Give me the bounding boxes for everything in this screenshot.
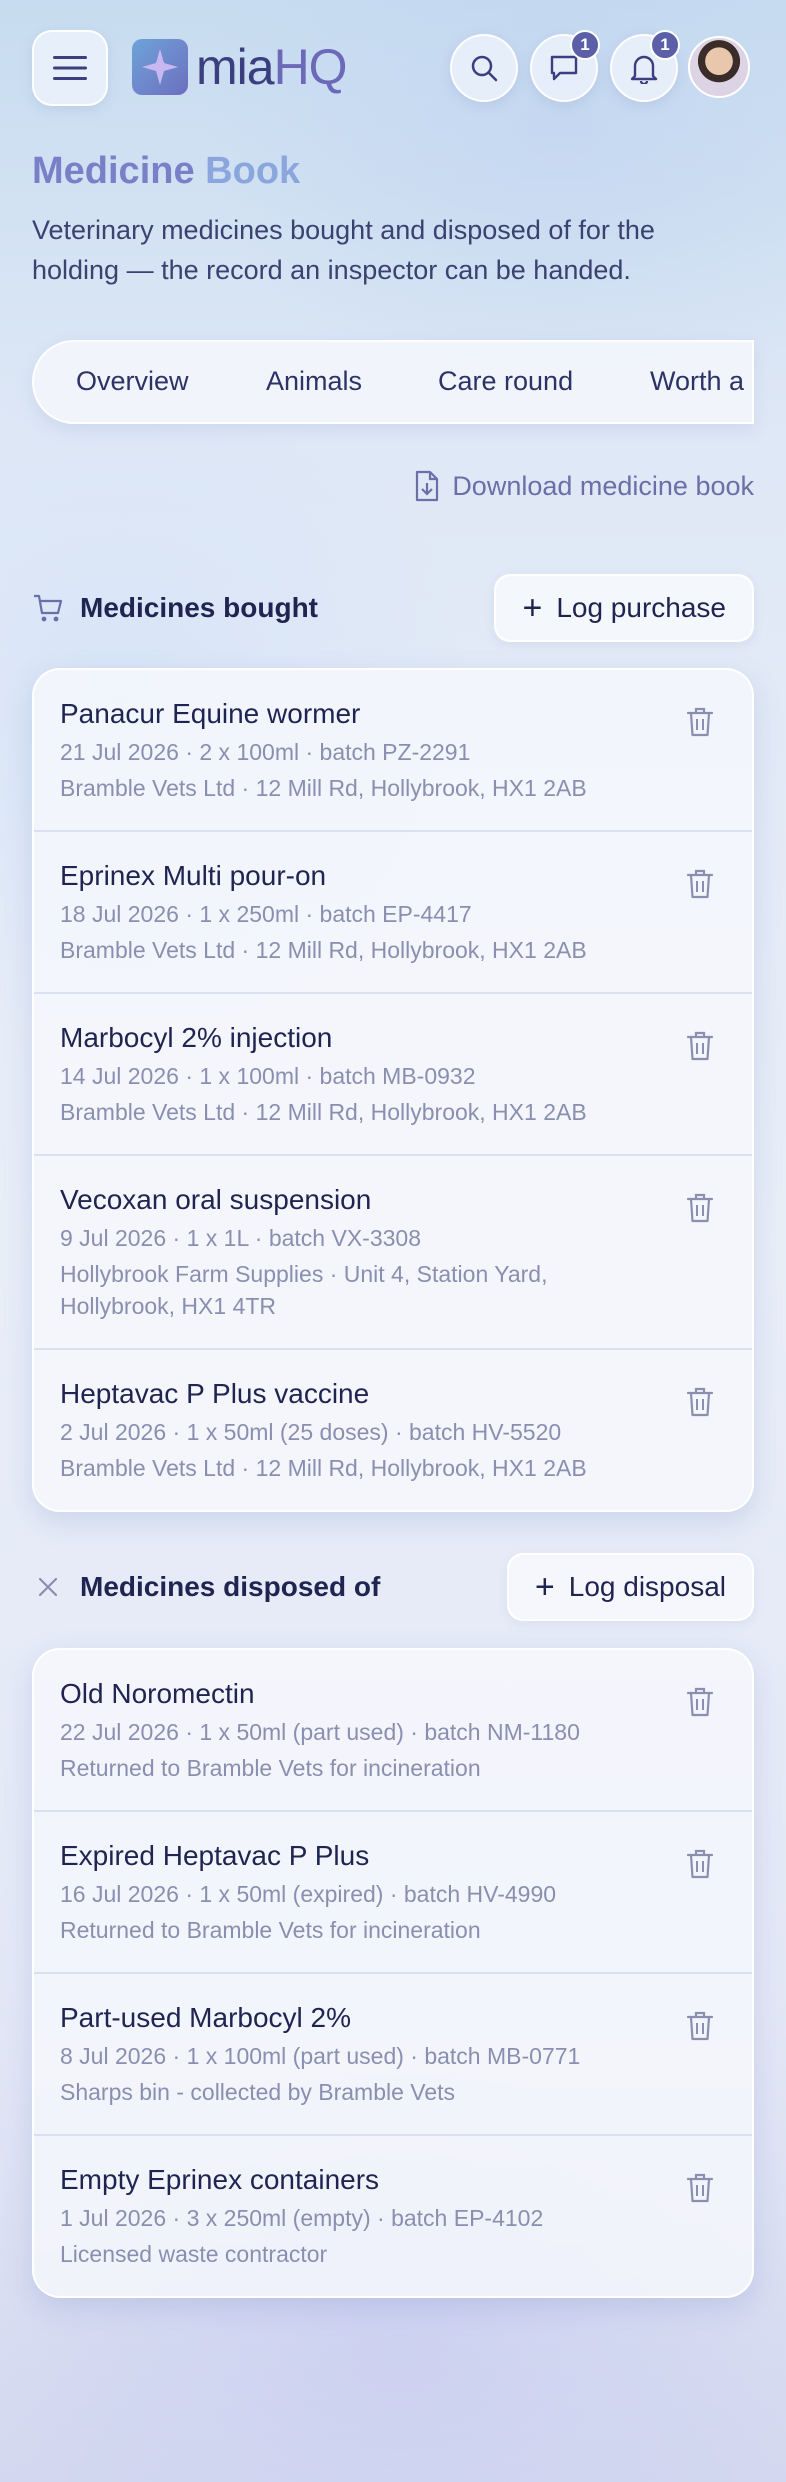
- list-item[interactable]: Part-used Marbocyl 2% 8 Jul 2026 · 1 x 10…: [34, 1974, 752, 2136]
- item-source: Bramble Vets Ltd · 12 Mill Rd, Hollybroo…: [60, 937, 587, 963]
- tab-bar: Overview Animals Care round Worth a: [32, 340, 754, 424]
- item-source: Bramble Vets Ltd · 12 Mill Rd, Hollybroo…: [60, 1099, 587, 1125]
- list-item[interactable]: Empty Eprinex containers 1 Jul 2026 · 3 x…: [34, 2136, 752, 2296]
- item-source: Sharps bin - collected by Bramble Vets: [60, 2079, 456, 2105]
- item-name: Part-used Marbocyl 2%: [60, 2002, 352, 2033]
- item-details: 8 Jul 2026 · 1 x 100ml (part used) · bat…: [60, 2043, 581, 2069]
- disposed-section-header: Medicines disposed of + Log disposal: [32, 1553, 754, 1623]
- tab-animals[interactable]: Animals: [266, 366, 362, 397]
- page-description: Veterinary medicines bought and disposed…: [32, 215, 655, 285]
- search-button[interactable]: [450, 34, 518, 102]
- cart-icon: [34, 594, 63, 622]
- item-source: Bramble Vets Ltd · 12 Mill Rd, Hollybroo…: [60, 775, 587, 801]
- item-details: 18 Jul 2026 · 1 x 250ml · batch EP-4417: [60, 901, 472, 927]
- item-name: Marbocyl 2% injection: [60, 1022, 333, 1053]
- bought-section-header: Medicines bought + Log purchase: [32, 574, 754, 644]
- notifications-badge: 1: [650, 30, 680, 60]
- disposed-section-title: Medicines disposed of: [80, 1571, 381, 1602]
- download-medicine-book-link[interactable]: Download medicine book: [414, 470, 754, 502]
- close-icon: [38, 1577, 58, 1597]
- trash-icon[interactable]: [686, 1848, 714, 1885]
- item-details: 22 Jul 2026 · 1 x 50ml (part used) · bat…: [60, 1719, 580, 1745]
- tab-care-round[interactable]: Care round: [438, 366, 573, 397]
- brand-logo[interactable]: miaHQ: [132, 38, 348, 96]
- logo-mark-icon: [132, 39, 188, 95]
- list-item[interactable]: Old Noromectin 22 Jul 2026 · 1 x 50ml (pa…: [34, 1650, 752, 1812]
- item-name: Old Noromectin: [60, 1678, 255, 1709]
- item-details: 2 Jul 2026 · 1 x 50ml (25 doses) · batch…: [60, 1419, 562, 1445]
- log-disposal-button[interactable]: + Log disposal: [506, 1553, 754, 1621]
- menu-button[interactable]: [32, 30, 108, 106]
- download-icon: [416, 470, 439, 502]
- trash-icon[interactable]: [686, 2010, 714, 2047]
- log-purchase-label: Log purchase: [556, 592, 726, 623]
- item-source: Hollybrook Farm Supplies · Unit 4, Stati…: [60, 1261, 548, 1319]
- menu-icon: [53, 56, 87, 80]
- trash-icon[interactable]: [686, 706, 714, 743]
- item-source: Licensed waste contractor: [60, 2241, 328, 2267]
- item-details: 1 Jul 2026 · 3 x 250ml (empty) · batch E…: [60, 2205, 544, 2231]
- bell-icon: [630, 55, 658, 84]
- item-details: 14 Jul 2026 · 1 x 100ml · batch MB-0932: [60, 1063, 476, 1089]
- messages-badge: 1: [570, 30, 600, 60]
- avatar[interactable]: [688, 36, 750, 98]
- trash-icon[interactable]: [686, 2172, 714, 2209]
- item-details: 21 Jul 2026 · 2 x 100ml · batch PZ-2291: [60, 739, 471, 765]
- item-name: Eprinex Multi pour-on: [60, 860, 327, 891]
- item-name: Panacur Equine wormer: [60, 698, 361, 729]
- bought-section-title: Medicines bought: [80, 592, 318, 623]
- list-item[interactable]: Expired Heptavac P Plus 16 Jul 2026 · 1 x…: [34, 1812, 752, 1974]
- item-details: 16 Jul 2026 · 1 x 50ml (expired) · batch…: [60, 1881, 557, 1907]
- notifications-button[interactable]: 1: [610, 30, 680, 102]
- page-title: Medicine Book: [32, 150, 301, 192]
- chat-icon: [550, 55, 578, 81]
- item-name: Empty Eprinex containers: [60, 2164, 380, 2195]
- trash-icon[interactable]: [686, 1386, 714, 1423]
- tab-worth[interactable]: Worth a: [650, 366, 744, 397]
- search-icon: [471, 55, 498, 82]
- log-purchase-button[interactable]: + Log purchase: [494, 574, 754, 642]
- list-item[interactable]: Panacur Equine wormer 21 Jul 2026 · 2 x 1…: [34, 670, 752, 832]
- item-name: Vecoxan oral suspension: [60, 1184, 372, 1215]
- item-source: Returned to Bramble Vets for incineratio…: [60, 1755, 481, 1781]
- item-name: Expired Heptavac P Plus: [60, 1840, 370, 1871]
- trash-icon[interactable]: [686, 1686, 714, 1723]
- brand-name: miaHQ: [196, 39, 348, 95]
- bought-list: Panacur Equine wormer 21 Jul 2026 · 2 x 1…: [32, 668, 754, 1512]
- tab-overview[interactable]: Overview: [76, 366, 189, 397]
- list-item[interactable]: Vecoxan oral suspension 9 Jul 2026 · 1 x …: [34, 1156, 752, 1350]
- item-name: Heptavac P Plus vaccine: [60, 1378, 370, 1409]
- download-label: Download medicine book: [452, 470, 754, 501]
- top-bar: miaHQ 1 1: [32, 30, 754, 106]
- item-details: 9 Jul 2026 · 1 x 1L · batch VX-3308: [60, 1225, 421, 1251]
- list-item[interactable]: Marbocyl 2% injection 14 Jul 2026 · 1 x 1…: [34, 994, 752, 1156]
- trash-icon[interactable]: [686, 868, 714, 905]
- list-item[interactable]: Eprinex Multi pour-on 18 Jul 2026 · 1 x 2…: [34, 832, 752, 994]
- trash-icon[interactable]: [686, 1192, 714, 1229]
- item-source: Returned to Bramble Vets for incineratio…: [60, 1917, 481, 1943]
- disposed-list: Old Noromectin 22 Jul 2026 · 1 x 50ml (pa…: [32, 1648, 754, 2298]
- item-source: Bramble Vets Ltd · 12 Mill Rd, Hollybroo…: [60, 1455, 587, 1481]
- plus-icon: +: [534, 1567, 555, 1606]
- list-item[interactable]: Heptavac P Plus vaccine 2 Jul 2026 · 1 x …: [34, 1350, 752, 1510]
- trash-icon[interactable]: [686, 1030, 714, 1067]
- messages-button[interactable]: 1: [530, 30, 600, 102]
- log-disposal-label: Log disposal: [568, 1571, 726, 1602]
- plus-icon: +: [522, 588, 543, 627]
